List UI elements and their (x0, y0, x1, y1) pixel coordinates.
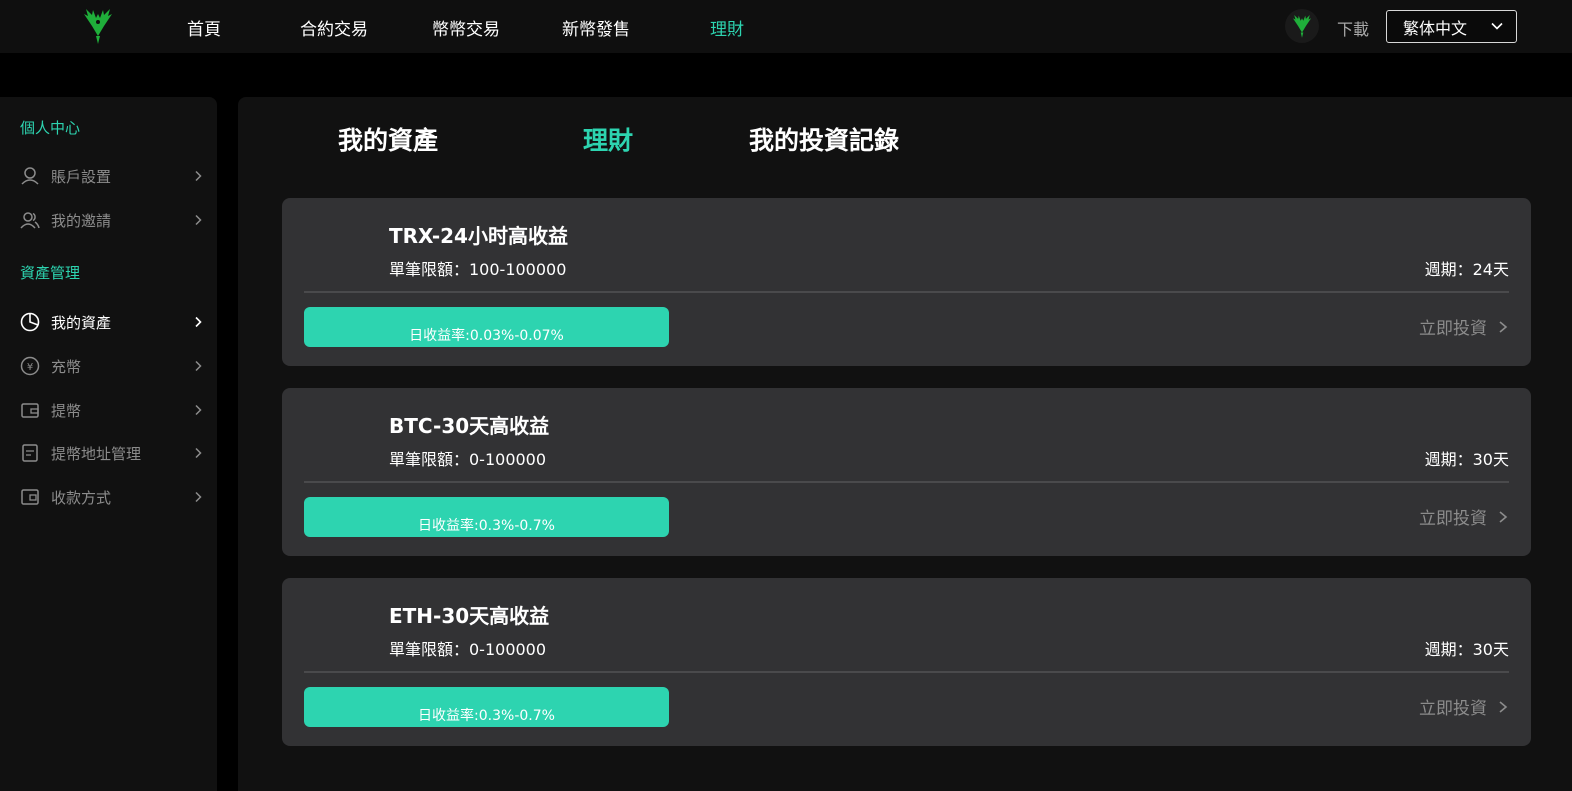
users-icon (20, 212, 40, 229)
invest-now-label: 立即投資 (1419, 319, 1487, 339)
tab-my-assets[interactable]: 我的資產 (338, 121, 438, 157)
daily-rate-badge: 日收益率:0.3%-0.7% (304, 497, 669, 537)
top-nav: 首頁 合約交易 幣幣交易 新幣發售 理財 下載 繁体中文 (0, 0, 1572, 53)
card-divider (304, 671, 1509, 673)
sidebar-item-label: 收款方式 (51, 488, 112, 507)
sidebar-item-label: 我的資產 (51, 313, 112, 332)
nav-contract-trading[interactable]: 合約交易 (300, 15, 368, 40)
product-limit: 單筆限額：100-100000 (389, 260, 567, 279)
product-title: TRX-24小时高收益 (389, 224, 568, 248)
nav-spot-trading[interactable]: 幣幣交易 (432, 15, 500, 40)
sidebar-item-withdraw[interactable]: 提幣 (0, 392, 217, 428)
yen-coin-icon: ¥ (20, 356, 40, 376)
invest-now-button[interactable]: 立即投資 (1419, 314, 1509, 339)
daily-rate-label: 日收益率:0.03%-0.07% (409, 328, 564, 344)
phoenix-logo-icon[interactable] (78, 6, 118, 46)
sidebar-item-payment-methods[interactable]: 收款方式 (0, 479, 217, 515)
sidebar-item-label: 提幣地址管理 (51, 444, 142, 463)
chevron-right-icon (195, 316, 202, 328)
daily-rate-badge: 日收益率:0.03%-0.07% (304, 307, 669, 347)
sidebar-item-account-settings[interactable]: 賬戶設置 (0, 158, 217, 194)
tab-investment-records[interactable]: 我的投資記錄 (749, 121, 899, 157)
product-limit: 單筆限額：0-100000 (389, 640, 547, 659)
sidebar-item-my-assets[interactable]: 我的資產 (0, 304, 217, 340)
product-card: ETH-30天高收益 單筆限額：0-100000 週期：30天 日收益率:0.3… (282, 578, 1531, 746)
sidebar-item-label: 我的邀請 (51, 211, 112, 230)
language-value: 繁体中文 (1403, 18, 1468, 38)
invest-now-button[interactable]: 立即投資 (1419, 694, 1509, 719)
svg-text:¥: ¥ (27, 362, 33, 373)
chevron-right-icon (195, 170, 202, 182)
daily-rate-badge: 日收益率:0.3%-0.7% (304, 687, 669, 727)
product-card: BTC-30天高收益 單筆限額：0-100000 週期：30天 日收益率:0.3… (282, 388, 1531, 556)
product-card: TRX-24小时高收益 單筆限額：100-100000 週期：24天 日收益率:… (282, 198, 1531, 366)
chevron-right-icon (195, 447, 202, 459)
sidebar-item-deposit[interactable]: ¥ 充幣 (0, 348, 217, 384)
sidebar-item-label: 賬戶設置 (51, 167, 112, 186)
avatar[interactable] (1285, 9, 1319, 43)
chevron-right-icon (195, 404, 202, 416)
nav-new-coin-sale[interactable]: 新幣發售 (562, 15, 630, 40)
tab-wealth[interactable]: 理財 (583, 121, 633, 157)
sidebar: 個人中心 賬戶設置 我的邀請 資產管理 我的資產 ¥ 充幣 提幣 提幣地址管理 … (0, 97, 217, 791)
user-icon (21, 167, 39, 185)
pie-chart-icon (20, 312, 40, 332)
chevron-right-icon (1499, 510, 1508, 523)
product-title: BTC-30天高收益 (389, 414, 550, 438)
nav-home[interactable]: 首頁 (187, 15, 221, 40)
phoenix-avatar-icon (1292, 14, 1312, 38)
product-limit: 單筆限額：0-100000 (389, 450, 547, 469)
chevron-right-icon (195, 360, 202, 372)
card-divider (304, 291, 1509, 293)
invest-now-label: 立即投資 (1419, 509, 1487, 529)
download-link[interactable]: 下載 (1337, 16, 1369, 40)
product-period: 週期：30天 (1424, 640, 1509, 659)
card-wallet-icon (21, 489, 39, 505)
chevron-right-icon (195, 214, 202, 226)
address-book-icon (22, 444, 38, 462)
sidebar-section-assets: 資產管理 (20, 264, 81, 282)
sidebar-item-my-invites[interactable]: 我的邀請 (0, 202, 217, 238)
language-select[interactable]: 繁体中文 (1386, 10, 1517, 43)
chevron-down-icon (1491, 22, 1503, 30)
chevron-right-icon (195, 491, 202, 503)
sidebar-item-label: 提幣 (51, 401, 82, 420)
chevron-right-icon (1499, 700, 1508, 713)
card-divider (304, 481, 1509, 483)
product-period: 週期：24天 (1424, 260, 1509, 279)
sidebar-item-withdraw-address[interactable]: 提幣地址管理 (0, 435, 217, 471)
sidebar-section-personal: 個人中心 (20, 119, 81, 137)
product-period: 週期：30天 (1424, 450, 1509, 469)
daily-rate-label: 日收益率:0.3%-0.7% (418, 518, 555, 534)
product-title: ETH-30天高收益 (389, 604, 550, 628)
wallet-icon (21, 403, 39, 418)
daily-rate-label: 日收益率:0.3%-0.7% (418, 708, 555, 724)
sidebar-item-label: 充幣 (51, 357, 82, 376)
invest-now-label: 立即投資 (1419, 699, 1487, 719)
chevron-right-icon (1499, 320, 1508, 333)
invest-now-button[interactable]: 立即投資 (1419, 504, 1509, 529)
nav-wealth[interactable]: 理財 (710, 15, 744, 40)
